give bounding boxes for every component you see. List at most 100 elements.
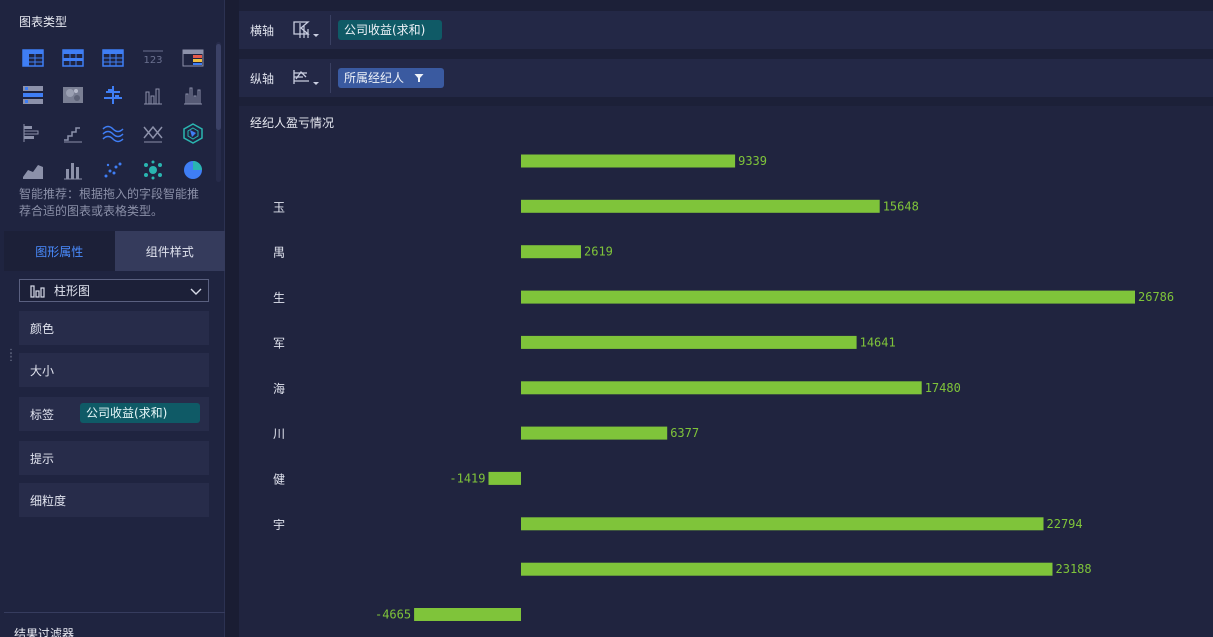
- smart-recommend-hint: 智能推荐：根据拖入的字段智能推荐合适的图表或表格类型。: [19, 187, 200, 218]
- bar[interactable]: [521, 199, 880, 213]
- chart-type-option[interactable]: [53, 39, 93, 77]
- y-axis-shelf[interactable]: 纵轴 所属经纪人: [239, 59, 1213, 97]
- category-label: 健: [273, 472, 285, 486]
- radar-chart-icon: [183, 122, 203, 144]
- y-axis-field-pill[interactable]: 所属经纪人: [338, 68, 444, 88]
- chart-type-grid: 123: [13, 39, 213, 189]
- property-color-label: 颜色: [30, 321, 55, 336]
- chart-type-option[interactable]: [133, 152, 173, 190]
- chart-type-option[interactable]: [93, 39, 133, 77]
- property-size[interactable]: 大小: [19, 353, 209, 387]
- chart-canvas: 9339 15648 玉 2619 禺 26786 生 14641 军 17480 海 6377 川 -1…: [239, 106, 1213, 637]
- divider: [4, 612, 225, 613]
- sort-lines-icon: [292, 70, 319, 85]
- chart-type-option[interactable]: [133, 114, 173, 152]
- group-table-icon: [62, 49, 84, 67]
- bar[interactable]: [521, 426, 668, 440]
- chart-type-option[interactable]: [173, 39, 213, 77]
- bar-value-label: 26786: [1138, 290, 1174, 304]
- property-granularity[interactable]: 细粒度: [19, 483, 209, 517]
- chart-type-option[interactable]: [173, 114, 213, 152]
- x-axis-shelf[interactable]: 横轴 公司收益(求和): [239, 11, 1213, 49]
- progress-table-icon: [23, 86, 43, 105]
- bar-value-label: 9339: [738, 154, 767, 168]
- bar[interactable]: [521, 335, 857, 349]
- filter-icon: [414, 74, 424, 82]
- property-tooltip[interactable]: 提示: [19, 441, 209, 475]
- x-axis-field-pill[interactable]: 公司收益(求和): [338, 20, 442, 40]
- property-label-label: 标签: [30, 407, 55, 422]
- chart-type-option[interactable]: 123: [133, 39, 173, 77]
- category-label: 玉: [273, 200, 285, 214]
- left-panel: 图表类型 123 智能推荐：根据拖入的字段智能推荐合适的图表或表格类型。 图形属…: [0, 0, 225, 637]
- y-axis-field-name: 所属经纪人: [344, 71, 405, 85]
- bar-value-label: 23188: [1056, 562, 1092, 576]
- chevron-down-icon: [190, 288, 202, 295]
- chart-type-scrollbar-thumb[interactable]: [216, 44, 221, 130]
- x-axis-label: 横轴: [250, 23, 275, 38]
- multi-line-chart-icon: [102, 125, 124, 142]
- bar-value-label: 2619: [584, 245, 613, 259]
- bar-value-label: 17480: [925, 381, 961, 395]
- chart-type-option[interactable]: [173, 77, 213, 115]
- chart-type-title: 图表类型: [19, 15, 68, 29]
- x-axis-sort-button[interactable]: [281, 15, 331, 45]
- chart-type-option[interactable]: [53, 77, 93, 115]
- bar-value-label: 22794: [1047, 517, 1083, 531]
- bar[interactable]: [521, 381, 922, 395]
- chart-type-option[interactable]: [13, 152, 53, 190]
- chart-type-option[interactable]: [53, 152, 93, 190]
- property-color[interactable]: 颜色: [19, 311, 209, 345]
- property-granularity-label: 细粒度: [30, 493, 67, 508]
- panel-resize-handle[interactable]: ⋮ ⋮: [6, 349, 16, 363]
- chart-type-option[interactable]: [53, 114, 93, 152]
- detail-table-icon: [102, 49, 124, 67]
- category-label: 生: [273, 291, 285, 305]
- chart-type-option[interactable]: [13, 77, 53, 115]
- chart-type-option[interactable]: [13, 39, 53, 77]
- chart-type-select-value: 柱形图: [54, 284, 91, 298]
- chart-type-select[interactable]: 柱形图: [19, 279, 209, 302]
- bar-value-label: 14641: [860, 335, 896, 349]
- bar[interactable]: [521, 517, 1044, 531]
- bar[interactable]: [521, 245, 581, 259]
- step-chart-icon: [64, 127, 82, 143]
- bar[interactable]: [488, 471, 522, 485]
- bar[interactable]: [521, 562, 1053, 576]
- svg-text:123: 123: [143, 55, 162, 66]
- kpi-number-icon: 123: [143, 50, 163, 66]
- tab-graphic-properties[interactable]: 图形属性: [4, 231, 115, 271]
- chart-type-option[interactable]: [13, 114, 53, 152]
- y-axis-sort-button[interactable]: [281, 63, 331, 93]
- chart-type-option[interactable]: [93, 152, 133, 190]
- label-field-pill[interactable]: 公司收益(求和): [80, 403, 200, 423]
- bar[interactable]: [521, 154, 736, 168]
- bar-chart-icon: [23, 123, 39, 142]
- chart-title: 经纪人盈亏情况: [250, 116, 335, 130]
- bar-value-label: 15648: [883, 199, 919, 213]
- colored-table-icon: [182, 49, 204, 67]
- bar-value-label: -1419: [449, 471, 485, 485]
- heatmap-icon: [63, 87, 83, 104]
- sort-chart-icon: [292, 21, 319, 38]
- bar-value-label: -4665: [375, 608, 411, 622]
- bar-value-label: 6377: [670, 426, 699, 440]
- column-chart-icon: [30, 284, 45, 298]
- chart-type-option[interactable]: [93, 77, 133, 115]
- scatter-range-icon: [104, 86, 122, 105]
- property-label[interactable]: 标签 公司收益(求和): [19, 397, 209, 431]
- area-chart-icon: [23, 165, 43, 180]
- property-tooltip-label: 提示: [30, 451, 55, 466]
- bar[interactable]: [521, 290, 1135, 304]
- panel-gutter: [225, 0, 239, 637]
- chart-type-option[interactable]: [93, 114, 133, 152]
- category-label: 川: [273, 427, 285, 441]
- chart-type-option[interactable]: [133, 77, 173, 115]
- bar[interactable]: [414, 608, 521, 621]
- column-chart-icon: [144, 88, 162, 105]
- y-axis-label: 纵轴: [250, 71, 275, 86]
- chart-type-option[interactable]: [173, 152, 213, 190]
- pie-chart-icon: [184, 161, 202, 180]
- stacked-column-icon: [64, 163, 82, 180]
- tab-component-style[interactable]: 组件样式: [114, 231, 225, 271]
